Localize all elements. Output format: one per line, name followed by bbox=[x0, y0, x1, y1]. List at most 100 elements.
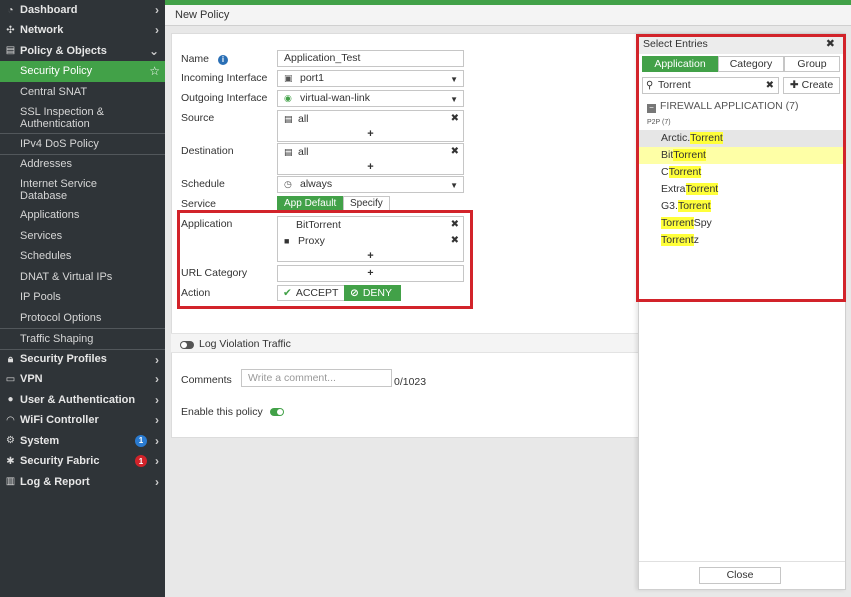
chevron-right-icon: › bbox=[155, 392, 159, 407]
chevron-right-icon: › bbox=[155, 3, 159, 17]
sidebar-item-traffic-shaping[interactable]: Traffic Shaping bbox=[0, 328, 165, 349]
sidebar-item-label: WiFi Controller bbox=[20, 414, 99, 427]
sidebar-item-isdb[interactable]: Internet Service Database bbox=[0, 174, 165, 205]
sidebar-item-label: System bbox=[20, 434, 60, 447]
name-label-text: Name bbox=[181, 53, 210, 65]
sidebar-item-ipv4-dos[interactable]: IPv4 DoS Policy bbox=[0, 133, 165, 154]
enable-policy-row: Enable this policy bbox=[181, 406, 284, 418]
chevron-right-icon: › bbox=[155, 23, 159, 37]
chevron-right-icon: › bbox=[155, 352, 159, 367]
sidebar-item-ssl-inspection[interactable]: SSL Inspection & Authentication bbox=[0, 102, 165, 133]
highlight-box bbox=[636, 34, 846, 302]
add-source-button[interactable]: + bbox=[278, 127, 463, 141]
enable-policy-label: Enable this policy bbox=[181, 406, 263, 418]
close-button[interactable]: Close bbox=[699, 567, 781, 584]
sidebar-item-policy-objects[interactable]: ▤ Policy & Objects ⌄ bbox=[0, 41, 165, 62]
wifi-icon: ◠ bbox=[6, 414, 15, 426]
panel-footer: Close bbox=[639, 561, 845, 589]
sidebar-item-label: Security Fabric bbox=[20, 455, 100, 468]
sidebar-item-label: SSL Inspection & Authentication bbox=[20, 106, 104, 130]
sidebar-item-vpn[interactable]: ▭ VPN › bbox=[0, 369, 165, 390]
sidebar: ◔ Dashboard › ✣ Network › ▤ Policy & Obj… bbox=[0, 0, 165, 597]
sidebar-item-label: User & Authentication bbox=[20, 393, 136, 406]
comments-textarea[interactable]: Write a comment... bbox=[241, 369, 392, 387]
sidebar-item-log-report[interactable]: ▥ Log & Report › bbox=[0, 472, 165, 493]
port-icon: ▣ bbox=[284, 73, 293, 83]
sidebar-item-label: Addresses bbox=[20, 158, 72, 171]
toggle-knob bbox=[181, 342, 187, 349]
destination-field[interactable]: ▤ all ✖ + bbox=[277, 143, 464, 175]
clock-icon: ◷ bbox=[284, 179, 292, 189]
outgoing-interface-label: Outgoing Interface bbox=[181, 92, 268, 104]
user-icon: ● bbox=[7, 394, 14, 406]
destination-label: Destination bbox=[181, 145, 234, 157]
sd-wan-icon: ◉ bbox=[284, 93, 292, 103]
chevron-right-icon: › bbox=[155, 474, 159, 489]
source-field[interactable]: ▤ all ✖ + bbox=[277, 110, 464, 142]
schedule-select[interactable]: ◷ always ▼ bbox=[277, 176, 464, 193]
sidebar-item-label: Traffic Shaping bbox=[20, 332, 94, 345]
sidebar-item-ip-pools[interactable]: IP Pools bbox=[0, 287, 165, 308]
name-label: Name i bbox=[181, 53, 228, 65]
app-default-button[interactable]: App Default bbox=[277, 196, 344, 211]
lock-icon: 🔒︎ bbox=[7, 353, 14, 365]
sidebar-item-user-auth[interactable]: ● User & Authentication › bbox=[0, 390, 165, 411]
highlight-box bbox=[177, 210, 473, 309]
outgoing-interface-select[interactable]: ◉ virtual-wan-link ▼ bbox=[277, 90, 464, 107]
dropdown-arrow-icon: ▼ bbox=[450, 181, 458, 190]
sidebar-item-addresses[interactable]: Addresses bbox=[0, 153, 165, 175]
sidebar-item-dashboard[interactable]: ◔ Dashboard › bbox=[0, 0, 165, 20]
name-input[interactable]: Application_Test bbox=[277, 50, 464, 67]
sidebar-item-applications[interactable]: Applications bbox=[0, 205, 165, 226]
sidebar-item-wifi[interactable]: ◠ WiFi Controller › bbox=[0, 410, 165, 431]
sidebar-item-network[interactable]: ✣ Network › bbox=[0, 20, 165, 41]
sidebar-item-dnat[interactable]: DNAT & Virtual IPs bbox=[0, 267, 165, 288]
gear-icon: ⚙ bbox=[6, 435, 15, 447]
chevron-right-icon: › bbox=[155, 372, 159, 386]
sidebar-item-security-profiles[interactable]: 🔒︎ Security Profiles › bbox=[0, 348, 165, 370]
sidebar-item-central-snat[interactable]: Central SNAT bbox=[0, 82, 165, 103]
address-icon: ▤ bbox=[284, 114, 293, 124]
label-line-2: Authentication bbox=[20, 117, 90, 130]
sidebar-item-security-policy[interactable]: Security Policy ☆ bbox=[0, 61, 165, 82]
source-value: all bbox=[298, 113, 309, 125]
sidebar-item-label: IPv4 DoS Policy bbox=[20, 137, 99, 150]
sidebar-item-security-fabric[interactable]: ✱ Security Fabric 1 › bbox=[0, 451, 165, 472]
info-icon[interactable]: i bbox=[217, 55, 228, 65]
enable-policy-toggle[interactable] bbox=[269, 408, 284, 417]
page-title: New Policy bbox=[165, 5, 851, 26]
sidebar-item-label: Security Profiles bbox=[20, 353, 107, 366]
source-label: Source bbox=[181, 112, 215, 124]
incoming-interface-label: Incoming Interface bbox=[181, 72, 268, 84]
sidebar-item-protocol-options[interactable]: Protocol Options bbox=[0, 308, 165, 329]
remove-icon[interactable]: ✖ bbox=[451, 144, 459, 160]
incoming-interface-value: port1 bbox=[300, 72, 324, 84]
sidebar-item-label: DNAT & Virtual IPs bbox=[20, 270, 113, 283]
outgoing-interface-value: virtual-wan-link bbox=[300, 92, 371, 104]
log-violation-row: Log Violation Traffic bbox=[171, 333, 641, 353]
dropdown-arrow-icon: ▼ bbox=[450, 95, 458, 104]
sidebar-item-label: Policy & Objects bbox=[20, 44, 107, 57]
comments-counter: 0/1023 bbox=[394, 376, 427, 388]
source-entry: ▤ all ✖ bbox=[278, 111, 463, 127]
sidebar-item-services[interactable]: Services bbox=[0, 226, 165, 247]
specify-button[interactable]: Specify bbox=[343, 196, 390, 211]
sidebar-item-label: Applications bbox=[20, 209, 80, 222]
add-destination-button[interactable]: + bbox=[278, 160, 463, 174]
toggle-knob bbox=[276, 409, 283, 416]
chevron-right-icon: › bbox=[155, 454, 159, 468]
label-line-1: SSL Inspection & bbox=[20, 105, 104, 118]
log-violation-toggle-wrap bbox=[180, 339, 194, 351]
schedule-value: always bbox=[300, 178, 333, 190]
sidebar-item-label: Log & Report bbox=[20, 475, 90, 488]
incoming-interface-select[interactable]: ▣ port1 ▼ bbox=[277, 70, 464, 87]
star-icon[interactable]: ☆ bbox=[149, 64, 160, 78]
sidebar-item-label: Internet Service Database bbox=[20, 178, 97, 202]
remove-icon[interactable]: ✖ bbox=[451, 111, 459, 127]
sidebar-item-system[interactable]: ⚙ System 1 › bbox=[0, 431, 165, 452]
fabric-icon: ✱ bbox=[6, 455, 15, 467]
document-icon: ▤ bbox=[5, 45, 16, 57]
label-line-2: Database bbox=[20, 189, 68, 202]
log-violation-toggle[interactable] bbox=[180, 341, 194, 350]
sidebar-item-schedules[interactable]: Schedules bbox=[0, 246, 165, 267]
